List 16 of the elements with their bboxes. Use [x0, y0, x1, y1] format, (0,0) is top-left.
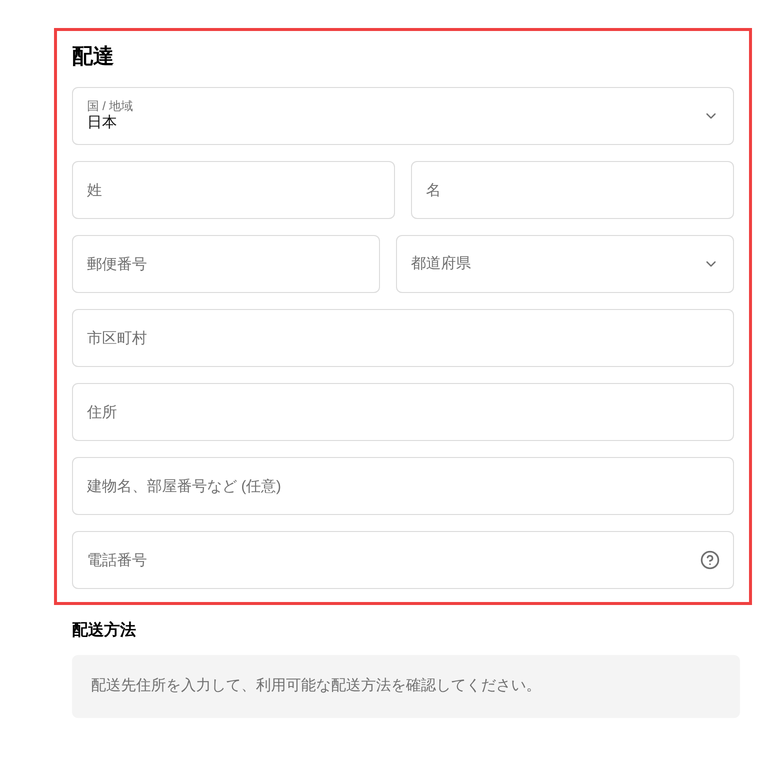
shipping-notice: 配送先住所を入力して、利用可能な配送方法を確認してください。 — [72, 655, 740, 718]
select-field[interactable]: 国 / 地域 日本 — [72, 87, 734, 145]
input-field[interactable]: 姓 — [72, 161, 395, 219]
input-field[interactable]: 建物名、部屋番号など (任意) — [72, 457, 734, 515]
section-title: 配達 — [72, 44, 115, 70]
input-field[interactable]: 郵便番号 — [72, 235, 380, 293]
input-field[interactable]: 住所 — [72, 383, 734, 441]
section-title: 配送方法 — [72, 620, 137, 641]
input-field[interactable]: 市区町村 — [72, 309, 734, 367]
field-value: 日本 — [87, 114, 118, 133]
field-placeholder: 都道府県 — [411, 254, 472, 274]
select-field[interactable]: 都道府県 — [396, 235, 734, 293]
field-label: 国 / 地域 — [87, 99, 134, 114]
input-field[interactable]: 電話番号 — [72, 531, 734, 589]
input-field[interactable]: 名 — [411, 161, 734, 219]
help-icon[interactable] — [700, 550, 720, 570]
